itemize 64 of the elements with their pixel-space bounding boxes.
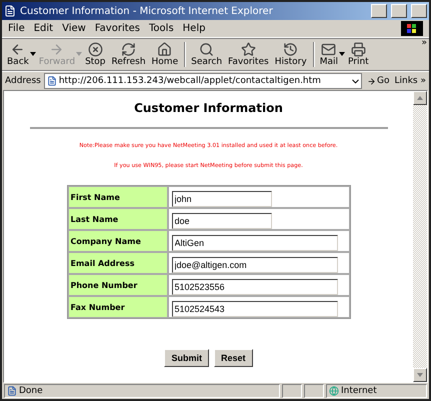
scroll-up-button[interactable] bbox=[413, 91, 427, 105]
toolbar-button[interactable]: Back bbox=[4, 42, 32, 66]
page-icon bbox=[7, 386, 17, 396]
go-button[interactable]: Go bbox=[365, 76, 392, 86]
text-field[interactable]: AltiGen bbox=[172, 235, 338, 251]
menu-item[interactable]: Help bbox=[182, 23, 206, 34]
page-heading: Customer Information bbox=[134, 101, 283, 115]
stop-icon bbox=[88, 42, 103, 56]
zone-text: Internet bbox=[341, 386, 377, 396]
toolbar-button[interactable]: Search bbox=[188, 42, 226, 66]
scroll-down-button[interactable] bbox=[413, 368, 427, 382]
field-label: Last Name bbox=[68, 208, 168, 230]
address-label: Address bbox=[5, 76, 41, 86]
clock-icon bbox=[283, 42, 298, 56]
toolbar-button[interactable]: Favorites bbox=[225, 42, 272, 66]
text-field[interactable]: john bbox=[172, 191, 272, 207]
form-button[interactable]: Submit bbox=[164, 349, 209, 367]
status-text: Done bbox=[19, 386, 43, 396]
right-arrow-icon bbox=[49, 42, 64, 56]
up-triangle-icon bbox=[417, 96, 423, 100]
close-button[interactable] bbox=[411, 4, 427, 18]
house-icon bbox=[157, 42, 172, 56]
menu-item[interactable]: File bbox=[8, 23, 25, 34]
toolbar-button[interactable]: History bbox=[272, 42, 310, 66]
left-arrow-icon bbox=[10, 42, 26, 56]
window-title: Customer Information - Microsoft Internet Explorer bbox=[20, 6, 274, 16]
form-button[interactable]: Reset bbox=[214, 349, 252, 367]
more-chevron[interactable]: » bbox=[421, 38, 427, 48]
address-field[interactable]: http://206.111.153.243/webcall/applet/contactaltigen.htm bbox=[44, 73, 362, 89]
minimize-button[interactable] bbox=[371, 4, 387, 18]
toolbar-button[interactable]: Mail bbox=[316, 42, 341, 66]
field-label: Phone Number bbox=[68, 274, 168, 296]
text-field[interactable]: doe bbox=[172, 213, 272, 229]
caret-icon[interactable] bbox=[30, 52, 36, 56]
links-button[interactable]: Links » bbox=[394, 76, 426, 86]
search-icon bbox=[199, 42, 214, 56]
printer-icon bbox=[350, 42, 366, 56]
down-triangle-icon bbox=[417, 373, 423, 377]
caret-icon[interactable] bbox=[339, 52, 345, 56]
field-label: Fax Number bbox=[68, 296, 168, 318]
envelope-icon bbox=[321, 42, 336, 56]
field-label: Company Name bbox=[68, 230, 168, 252]
text-field[interactable]: 5102523556 bbox=[172, 279, 338, 295]
toolbar-button[interactable]: Stop bbox=[82, 42, 109, 66]
right-arrow-icon bbox=[367, 76, 376, 86]
field-label: Email Address bbox=[68, 252, 168, 274]
star-icon bbox=[240, 42, 256, 56]
toolbar-button[interactable]: Print bbox=[345, 42, 372, 66]
maximize-button[interactable] bbox=[391, 4, 407, 18]
logo-icon bbox=[401, 21, 423, 36]
text-field[interactable]: jdoe@altigen.com bbox=[172, 257, 338, 273]
field-label: First Name bbox=[68, 186, 168, 208]
text-field[interactable]: 5102524543 bbox=[172, 301, 338, 317]
menu-item[interactable]: Favorites bbox=[94, 23, 140, 34]
toolbar-button[interactable]: Home bbox=[148, 42, 182, 66]
page-icon bbox=[4, 5, 16, 17]
menu-item[interactable]: View bbox=[62, 23, 86, 34]
toolbar-button[interactable]: Refresh bbox=[108, 42, 149, 66]
scrollbar[interactable] bbox=[413, 91, 427, 382]
refresh-icon bbox=[121, 42, 136, 56]
globe-icon bbox=[329, 386, 339, 396]
page-icon bbox=[46, 76, 57, 86]
menu-item[interactable]: Edit bbox=[34, 23, 54, 34]
menu-item[interactable]: Tools bbox=[149, 23, 174, 34]
